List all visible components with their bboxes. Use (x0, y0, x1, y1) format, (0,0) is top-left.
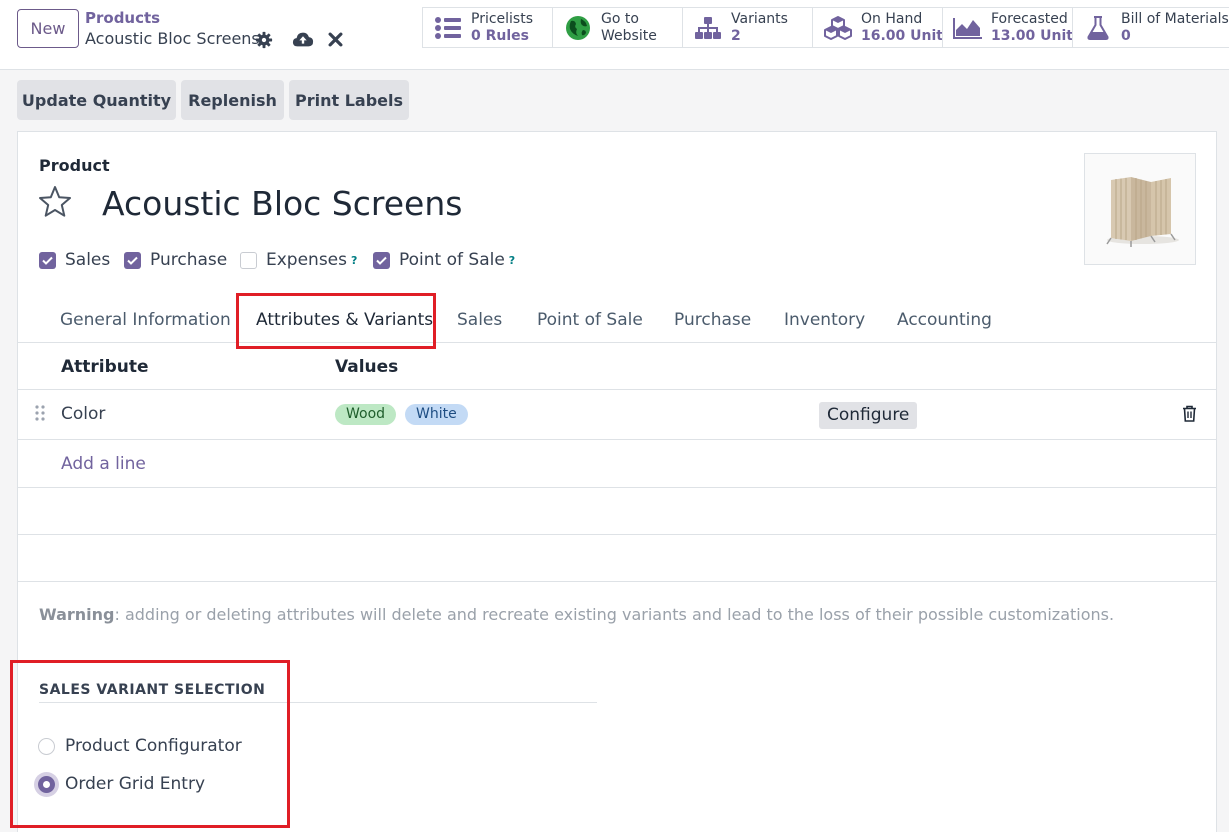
smart-label: Go to (601, 10, 639, 27)
section-divider (39, 702, 597, 703)
radio-unselected-icon[interactable] (38, 737, 55, 755)
breadcrumb-parent[interactable]: Products (85, 9, 160, 27)
help-tooltip-icon[interactable]: ? (509, 254, 515, 267)
warning-label: Warning (39, 605, 115, 624)
smart-button-forecasted[interactable]: Forecasted 13.00 Units (942, 7, 1081, 48)
replenish-button[interactable]: Replenish (181, 80, 284, 120)
radio-label: Product Configurator (65, 736, 242, 756)
tab-accounting[interactable]: Accounting (897, 310, 992, 330)
row-divider (18, 581, 1216, 582)
list-icon (433, 14, 463, 42)
smart-button-variants[interactable]: Variants 2 (682, 7, 813, 48)
smart-label: Forecasted (991, 10, 1068, 27)
tab-general-information[interactable]: General Information (60, 310, 231, 330)
smart-button-bom[interactable]: Bill of Materials 0 (1072, 7, 1229, 48)
sitemap-icon (693, 14, 723, 42)
cloud-upload-icon[interactable] (292, 30, 314, 48)
point-of-sale-checkbox[interactable]: Point of Sale ? (373, 250, 515, 270)
value-tag-wood[interactable]: Wood (335, 404, 397, 425)
checkbox-label: Purchase (150, 250, 228, 270)
cubes-icon (823, 14, 853, 42)
product-field-label: Product (39, 156, 110, 175)
tab-sales[interactable]: Sales (457, 310, 502, 330)
new-button[interactable]: New (17, 9, 79, 48)
flask-icon (1083, 14, 1113, 42)
row-divider (18, 389, 1216, 390)
row-divider (18, 534, 1216, 535)
checkbox-checked-icon[interactable] (39, 251, 56, 269)
area-chart-icon (953, 14, 983, 42)
row-divider (18, 439, 1216, 440)
tab-inventory[interactable]: Inventory (784, 310, 865, 330)
tab-point-of-sale[interactable]: Point of Sale (537, 310, 643, 330)
section-title: SALES VARIANT SELECTION (39, 682, 266, 698)
help-tooltip-icon[interactable]: ? (351, 254, 357, 267)
product-image[interactable] (1084, 153, 1196, 265)
smart-button-on-hand[interactable]: On Hand 16.00 Units (812, 7, 951, 48)
notebook-tabs: General Information Attributes & Variant… (18, 296, 1216, 343)
smart-value: 13.00 Units (991, 27, 1082, 44)
tab-purchase[interactable]: Purchase (674, 310, 751, 330)
checkbox-label: Expenses (266, 250, 347, 270)
expenses-checkbox[interactable]: Expenses ? (240, 250, 357, 270)
radio-selected-icon[interactable] (38, 775, 55, 793)
warning-text: : adding or deleting attributes will del… (114, 605, 1115, 624)
favorite-star-icon[interactable] (37, 184, 73, 220)
gear-icon[interactable] (255, 31, 273, 49)
sales-checkbox[interactable]: Sales (39, 250, 110, 270)
smart-value: 0 (1121, 27, 1131, 44)
radio-order-grid-entry[interactable]: Order Grid Entry (38, 774, 205, 794)
add-a-line-link[interactable]: Add a line (61, 454, 146, 474)
smart-button-pricelists[interactable]: Pricelists 0 Rules (422, 7, 553, 48)
trash-icon[interactable] (1182, 405, 1197, 422)
radio-product-configurator[interactable]: Product Configurator (38, 736, 242, 756)
checkbox-checked-icon[interactable] (124, 251, 141, 269)
tab-attributes-variants[interactable]: Attributes & Variants (256, 310, 433, 330)
control-panel: New Products Acoustic Bloc Screens Price… (0, 0, 1229, 70)
smart-label: Variants (731, 10, 788, 27)
column-header-attribute[interactable]: Attribute (61, 357, 149, 377)
acoustic-screen-image (1106, 177, 1179, 247)
smart-button-website[interactable]: Go to Website (552, 7, 683, 48)
smart-value: Website (601, 27, 657, 44)
form-sheet: Product Acoustic Bloc Screens Sales Purc… (17, 131, 1217, 832)
configure-button[interactable]: Configure (819, 402, 918, 429)
variants-warning: Warning: adding or deleting attributes w… (39, 605, 1114, 624)
update-quantity-button[interactable]: Update Quantity (17, 80, 176, 120)
radio-label: Order Grid Entry (65, 774, 206, 794)
discard-icon[interactable] (328, 32, 343, 47)
breadcrumb-current: Acoustic Bloc Screens (85, 29, 260, 48)
checkbox-checked-icon[interactable] (373, 251, 390, 269)
checkbox-unchecked-icon[interactable] (240, 251, 257, 269)
smart-label: Pricelists (471, 10, 534, 27)
product-name[interactable]: Acoustic Bloc Screens (102, 184, 462, 223)
purchase-checkbox[interactable]: Purchase (124, 250, 227, 270)
drag-handle-icon[interactable] (34, 404, 46, 422)
smart-value: 16.00 Units (861, 27, 952, 44)
checkbox-label: Sales (65, 250, 111, 270)
smart-label: Bill of Materials (1121, 10, 1229, 27)
row-divider (18, 487, 1216, 488)
attribute-cell[interactable]: Color (61, 404, 105, 424)
smart-value: 0 Rules (471, 27, 529, 44)
globe-icon (563, 14, 593, 42)
print-labels-button[interactable]: Print Labels (289, 80, 409, 120)
smart-value: 2 (731, 27, 741, 44)
value-tag-white[interactable]: White (405, 404, 468, 425)
smart-label: On Hand (861, 10, 923, 27)
column-header-values[interactable]: Values (335, 357, 398, 377)
checkbox-label: Point of Sale (399, 250, 505, 270)
